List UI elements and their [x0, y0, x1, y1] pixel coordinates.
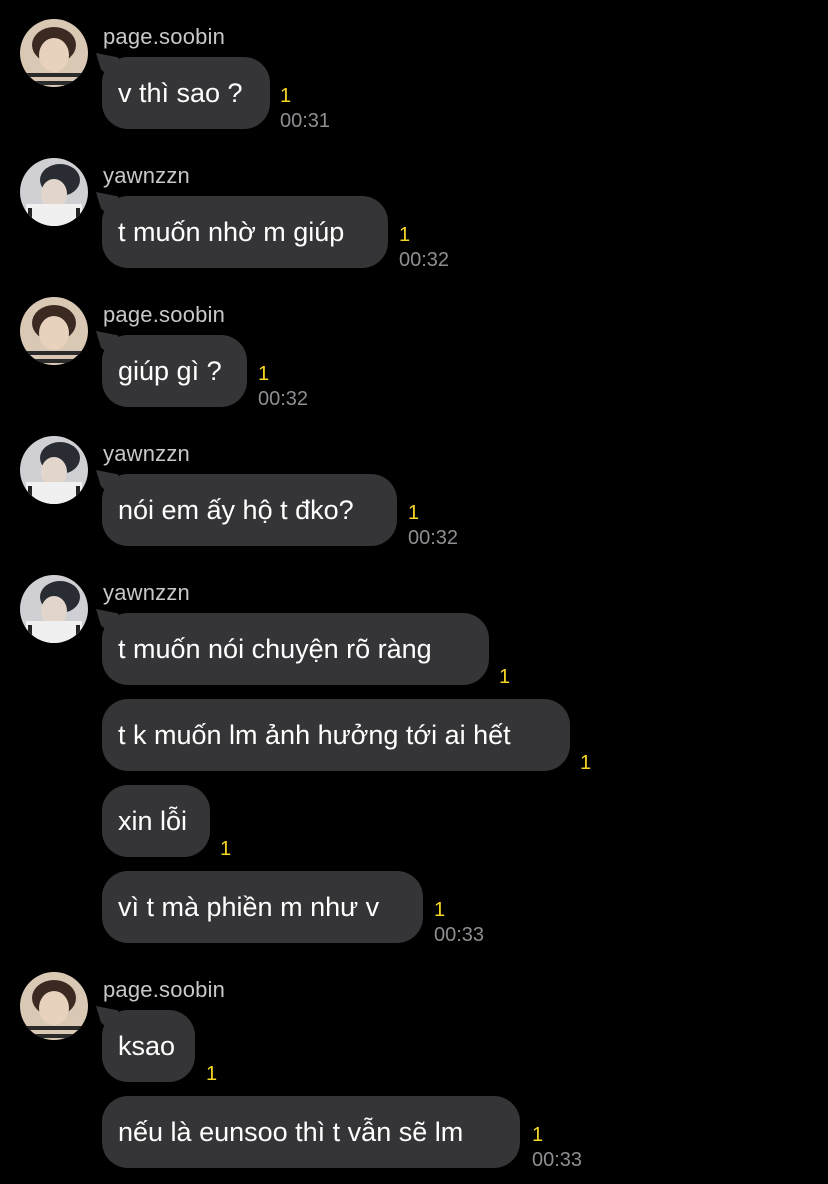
avatar-image — [20, 972, 88, 1040]
message-time: 00:33 — [532, 1149, 583, 1171]
avatar[interactable] — [20, 436, 88, 504]
unread-count: 1 — [206, 1063, 218, 1085]
avatar-image — [20, 297, 88, 365]
message-bubble[interactable]: nói em ấy hộ t đko? — [102, 474, 397, 546]
message-bubble[interactable]: t muốn nói chuyện rõ ràng — [102, 613, 489, 685]
unread-count: 1 — [580, 752, 592, 774]
message-bubble[interactable]: nếu là eunsoo thì t vẫn sẽ lm — [102, 1096, 520, 1168]
message-time: 00:33 — [434, 924, 485, 946]
unread-count: 1 — [434, 899, 446, 921]
unread-count: 1 — [499, 666, 511, 688]
message-bubble[interactable]: ksao — [102, 1010, 195, 1082]
unread-count: 1 — [258, 363, 270, 385]
sender-name: yawnzzn — [103, 163, 190, 188]
message-bubble[interactable]: giúp gì ? — [102, 335, 247, 407]
message-time: 00:32 — [408, 527, 459, 549]
message-time: 00:32 — [399, 249, 450, 271]
sender-name: page.soobin — [103, 977, 226, 1002]
sender-name: page.soobin — [103, 302, 226, 327]
message-bubble[interactable]: t muốn nhờ m giúp — [102, 196, 388, 268]
avatar[interactable] — [20, 158, 88, 226]
message-bubble[interactable]: t k muốn lm ảnh hưởng tới ai hết — [102, 699, 570, 771]
chat-thread: page.soobin v thì sao ? 1 00:31 yawnzzn … — [0, 0, 828, 1184]
message-bubble[interactable]: vì t mà phiền m như v — [102, 871, 423, 943]
message-time: 00:32 — [258, 388, 309, 410]
avatar-image — [20, 158, 88, 226]
message-bubble[interactable]: v thì sao ? — [102, 57, 270, 129]
unread-count: 1 — [280, 85, 292, 107]
message-bubble[interactable]: xin lỗi — [102, 785, 210, 857]
sender-name: page.soobin — [103, 24, 226, 49]
avatar-image — [20, 19, 88, 87]
sender-name: yawnzzn — [103, 441, 190, 466]
message-time: 00:31 — [280, 110, 331, 132]
unread-count: 1 — [220, 838, 232, 860]
unread-count: 1 — [532, 1124, 544, 1146]
avatar-image — [20, 436, 88, 504]
unread-count: 1 — [408, 502, 420, 524]
sender-name: yawnzzn — [103, 580, 190, 605]
avatar[interactable] — [20, 575, 88, 643]
avatar[interactable] — [20, 19, 88, 87]
avatar[interactable] — [20, 297, 88, 365]
avatar-image — [20, 575, 88, 643]
unread-count: 1 — [399, 224, 411, 246]
avatar[interactable] — [20, 972, 88, 1040]
